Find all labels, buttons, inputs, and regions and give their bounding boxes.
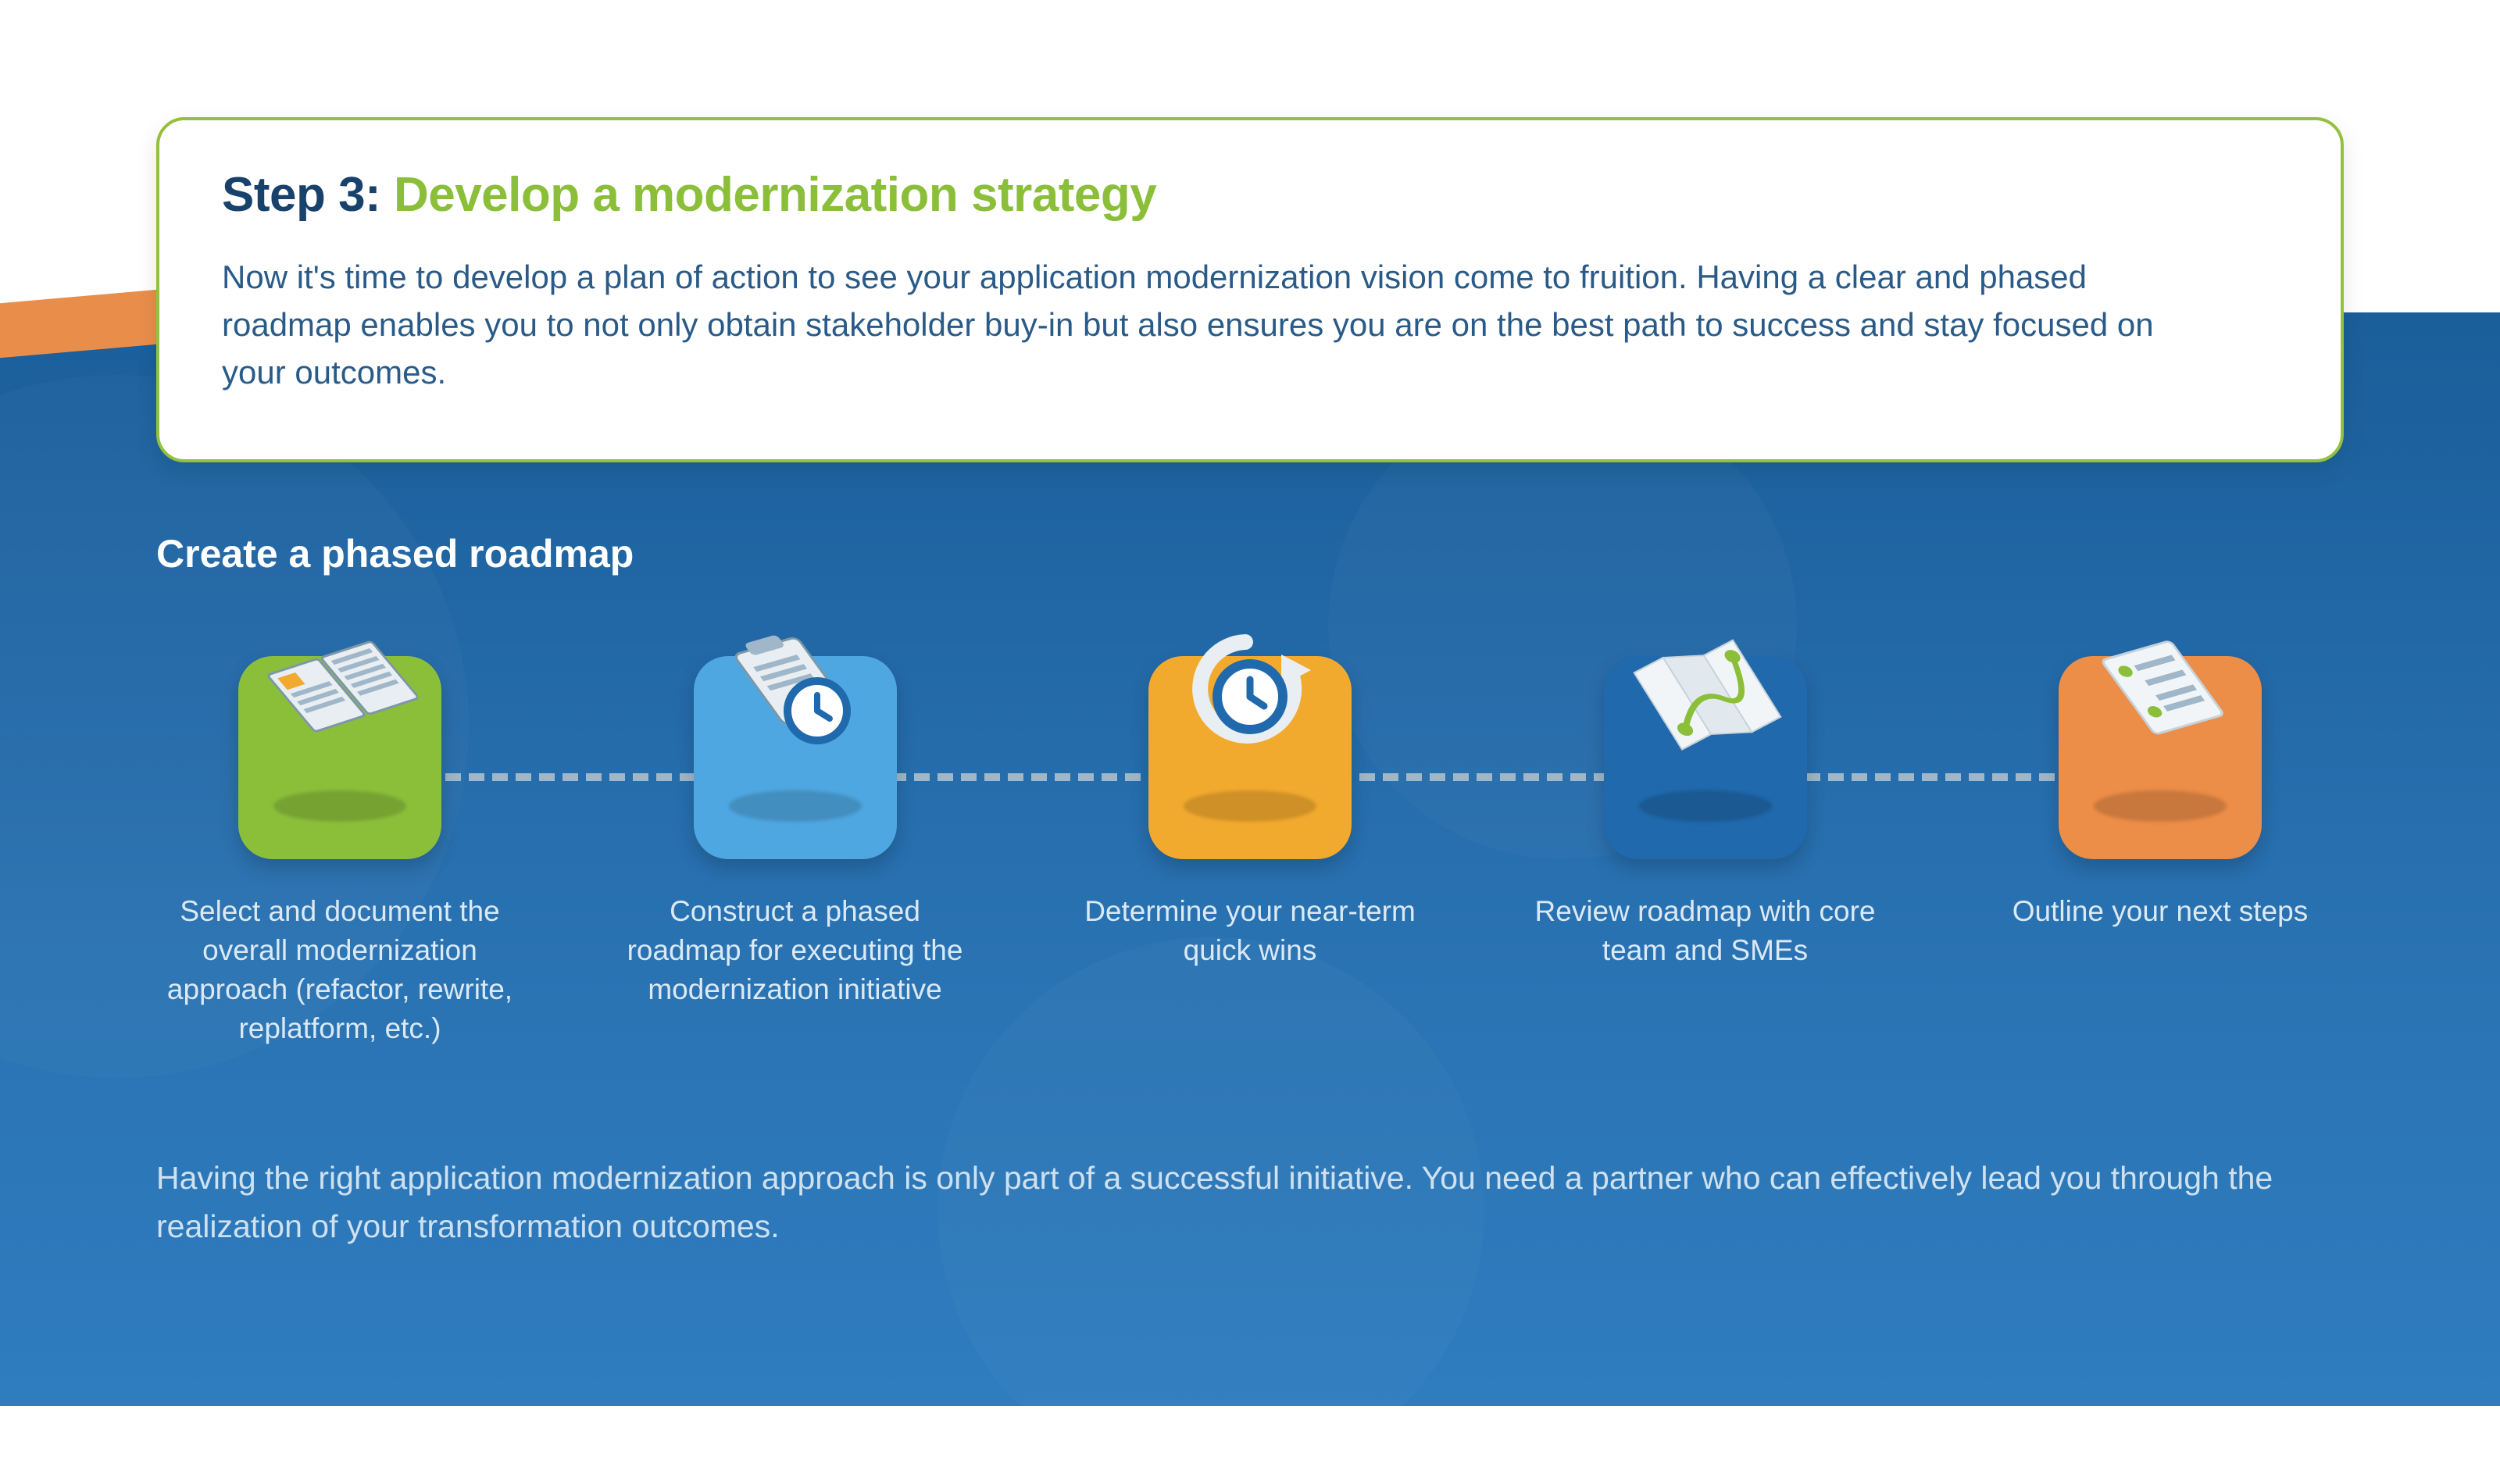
step-label: Construct a phased roadmap for executing…: [612, 892, 979, 1009]
roadmap-step: Review roadmap with core team and SMEs: [1522, 625, 1889, 1048]
step-tile: [694, 656, 897, 859]
icon-shadow: [273, 790, 406, 822]
section-title: Create a phased roadmap: [156, 531, 634, 576]
step-label: Outline your next steps: [2012, 892, 2308, 931]
icon-shadow: [729, 790, 862, 822]
map-route-icon: [1627, 628, 1784, 784]
step-tile: [2059, 656, 2262, 859]
footer-paragraph: Having the right application modernizati…: [156, 1154, 2344, 1250]
step-card: Step 3: Develop a modernization strategy…: [156, 117, 2344, 462]
roadmap-step: Determine your near-term quick wins: [1066, 625, 1434, 1048]
step-tile: [1148, 656, 1352, 859]
refresh-clock-icon: [1172, 628, 1328, 784]
step-heading: Step 3: Develop a modernization strategy: [222, 167, 2278, 223]
icon-shadow: [2094, 790, 2227, 822]
step-tile: [238, 656, 441, 859]
roadmap-steps: Select and document the overall moderniz…: [156, 625, 2344, 1048]
roadmap-step: Outline your next steps: [1977, 625, 2344, 1048]
icon-shadow: [1184, 790, 1316, 822]
step-prefix: Step 3:: [222, 168, 394, 222]
book-icon: [262, 628, 418, 784]
step-label: Determine your near-term quick wins: [1066, 892, 1434, 970]
step-tile: [1604, 656, 1807, 859]
step-body: Now it's time to develop a plan of actio…: [222, 254, 2214, 397]
icon-shadow: [1639, 790, 1772, 822]
roadmap-step: Select and document the overall moderniz…: [156, 625, 523, 1048]
clipboard-clock-icon: [717, 628, 873, 784]
step-title: Develop a modernization strategy: [394, 168, 1156, 222]
roadmap: Select and document the overall moderniz…: [156, 625, 2344, 1048]
step-label: Review roadmap with core team and SMEs: [1522, 892, 1889, 970]
roadmap-step: Construct a phased roadmap for executing…: [612, 625, 979, 1048]
checklist-icon: [2082, 628, 2238, 784]
step-label: Select and document the overall moderniz…: [156, 892, 523, 1048]
